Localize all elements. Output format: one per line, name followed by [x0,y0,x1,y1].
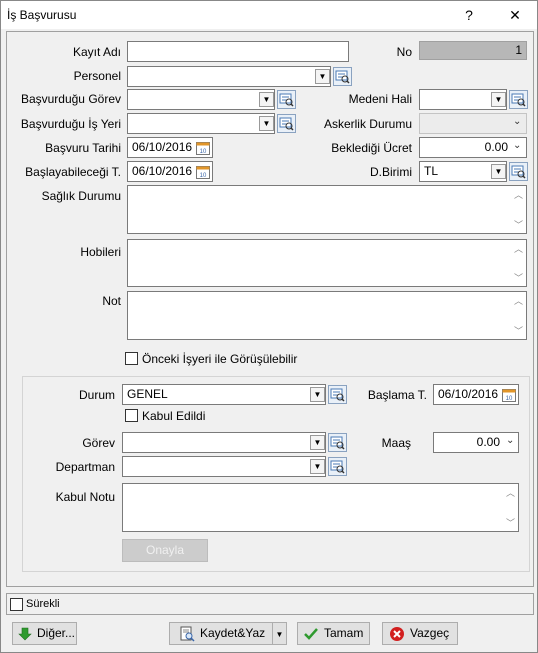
vazgec-label: Vazgeç [410,626,450,640]
vazgec-button[interactable]: Vazgeç [382,622,458,645]
onceki-isyeri-label: Önceki İşyeri ile Görüşülebilir [142,352,298,366]
d-birimi-lookup-icon[interactable] [509,162,528,181]
saglik-durumu-textarea[interactable]: ︿ ﹀ [127,185,527,234]
scroll-down-icon[interactable]: ﹀ [514,324,523,337]
kabul-edildi-label: Kabul Edildi [142,409,206,423]
not-label: Not [102,294,121,308]
help-button[interactable]: ? [449,1,489,29]
scroll-down-icon[interactable]: ﹀ [514,271,523,284]
personel-dropdown-icon[interactable]: ▼ [315,69,330,84]
tamam-button[interactable]: Tamam [297,622,370,645]
basvurdugu-is-yeri-label: Başvurduğu İş Yeri [20,117,121,131]
check-icon [304,628,318,640]
close-button[interactable]: ✕ [495,1,535,29]
kayit-adi-input[interactable] [127,41,349,62]
personel-lookup-icon[interactable] [333,67,352,86]
medeni-hali-dropdown-icon[interactable]: ▼ [491,92,506,107]
onayla-button[interactable]: Onayla [122,539,208,562]
basvurdugu-is-yeri-lookup-icon[interactable] [277,114,296,133]
diger-button[interactable]: Diğer... [12,622,77,645]
departman-combo[interactable] [122,456,326,477]
durum-dropdown-icon[interactable]: ▼ [310,387,325,402]
departman-label: Departman [55,460,115,474]
scroll-up-icon[interactable]: ︿ [514,294,523,307]
medeni-hali-lookup-icon[interactable] [509,90,528,109]
askerlik-durumu-label: Askerlik Durumu [323,117,412,131]
askerlik-durumu-select[interactable] [419,113,527,134]
basvurdugu-gorev-dropdown-icon[interactable]: ▼ [259,92,274,107]
gorev-lookup-icon[interactable] [328,433,347,452]
tamam-label: Tamam [324,626,364,640]
basvurdugu-is-yeri-dropdown-icon[interactable]: ▼ [259,116,274,131]
cancel-icon [390,627,404,641]
departman-dropdown-icon[interactable]: ▼ [310,459,325,474]
maas-chevron-down-icon[interactable]: ⌄ [506,435,514,446]
basvuru-tarihi-label: Başvuru Tarihi [45,141,121,155]
kayit-adi-label: Kayıt Adı [72,45,121,59]
d-birimi-label: D.Birimi [370,165,412,179]
svg-text:10: 10 [200,149,207,155]
no-label: No [396,45,412,59]
svg-text:10: 10 [506,396,513,402]
durum-lookup-icon[interactable] [328,385,347,404]
bekledigi-ucret-input[interactable]: 0.00 [419,137,527,158]
personel-label: Personel [73,69,121,83]
onceki-isyeri-checkbox[interactable] [125,352,138,365]
not-textarea[interactable]: ︿ ﹀ [127,291,527,340]
gorev-combo[interactable] [122,432,326,453]
scroll-up-icon[interactable]: ︿ [514,242,523,255]
durum-combo[interactable]: GENEL [122,384,326,405]
askerlik-chevron-down-icon[interactable]: ⌄ [513,116,521,127]
surekli-bar [6,593,534,615]
scroll-up-icon[interactable]: ︿ [514,188,523,201]
d-birimi-dropdown-icon[interactable]: ▼ [491,164,506,179]
scroll-down-icon[interactable]: ﹀ [514,218,523,231]
scroll-down-icon[interactable]: ﹀ [506,516,515,529]
hobileri-textarea[interactable]: ︿ ﹀ [127,239,527,287]
bekledigi-ucret-chevron-down-icon[interactable]: ⌄ [513,140,521,151]
maas-label: Maaş [381,436,411,450]
departman-lookup-icon[interactable] [328,457,347,476]
arrow-down-icon [18,627,32,641]
dialog-window: İş Başvurusu ? ✕ Kayıt Adı No 1 Personel… [0,0,538,653]
chevron-down-icon: ▼ [275,630,284,639]
kabul-edildi-checkbox[interactable] [125,409,138,422]
medeni-hali-label: Medeni Hali [348,92,412,106]
bekledigi-ucret-label: Beklediği Ücret [331,141,412,155]
basvurdugu-gorev-lookup-icon[interactable] [277,90,296,109]
diger-label: Diğer... [37,626,76,640]
basvurdugu-gorev-combo[interactable] [127,89,275,110]
no-field: 1 [419,41,527,60]
surekli-label: Sürekli [26,598,60,610]
surekli-checkbox[interactable] [10,598,23,611]
kaydet-yaz-label: Kaydet&Yaz [200,626,266,640]
baslayabilecegi-label: Başlayabileceği T. [25,165,121,179]
gorev-label: Görev [82,436,115,450]
kabul-notu-textarea[interactable]: ︿ ﹀ [122,483,519,532]
saglik-durumu-label: Sağlık Durumu [41,189,121,203]
svg-text:10: 10 [200,173,207,179]
print-preview-icon [180,626,195,642]
basvurdugu-is-yeri-combo[interactable] [127,113,275,134]
window-title: İş Başvurusu [7,8,77,22]
durum-label: Durum [78,388,115,402]
personel-combo[interactable] [127,66,331,87]
kabul-notu-label: Kabul Notu [55,490,115,504]
basvurdugu-gorev-label: Başvurduğu Görev [20,92,121,106]
scroll-up-icon[interactable]: ︿ [506,486,515,499]
hobileri-label: Hobileri [80,245,121,259]
title-bar: İş Başvurusu ? ✕ [1,1,537,29]
baslayabilecegi-calendar-icon[interactable]: 10 [195,164,211,180]
baslama-calendar-icon[interactable]: 10 [501,387,517,403]
baslama-label: Başlama T. [367,388,427,402]
kaydet-yaz-dropdown-button[interactable]: ▼ [272,622,287,645]
gorev-dropdown-icon[interactable]: ▼ [310,435,325,450]
basvuru-tarihi-calendar-icon[interactable]: 10 [195,140,211,156]
kaydet-yaz-button[interactable]: Kaydet&Yaz [169,622,273,645]
